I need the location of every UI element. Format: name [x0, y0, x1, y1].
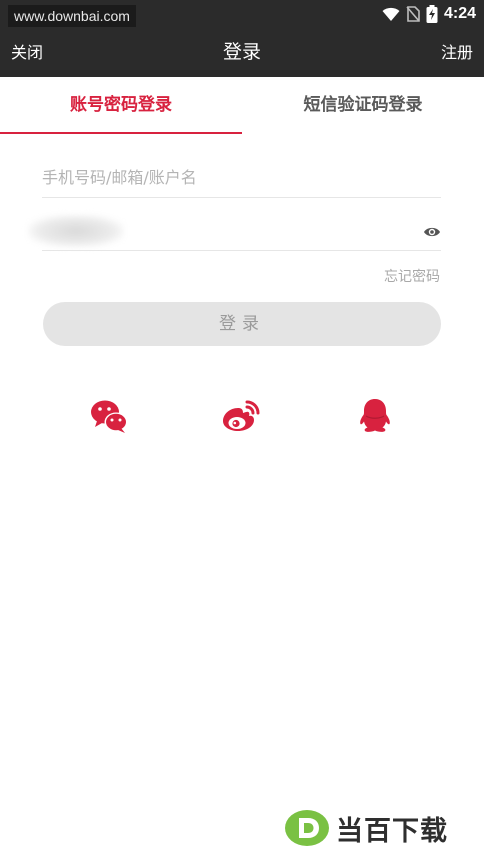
- forgot-password-link[interactable]: 忘记密码: [384, 266, 440, 286]
- downbai-watermark: 当百下载: [284, 808, 448, 848]
- register-button[interactable]: 注册: [441, 28, 473, 77]
- account-input[interactable]: [42, 158, 441, 196]
- battery-charging-icon: [426, 5, 438, 23]
- tab-sms-code[interactable]: 短信验证码登录: [242, 77, 484, 134]
- weibo-icon[interactable]: [221, 396, 261, 436]
- login-screen: www.downbai.com 4:24 关闭 登录 注册 账号密码登录 短信验…: [0, 0, 484, 860]
- status-icons: 4:24: [382, 4, 476, 24]
- clock: 4:24: [443, 5, 476, 22]
- login-tabs: 账号密码登录 短信验证码登录: [0, 77, 484, 134]
- close-button[interactable]: 关闭: [11, 28, 43, 77]
- active-tab-indicator: [0, 132, 242, 134]
- page-title: 登录: [222, 41, 261, 63]
- password-blur: [28, 215, 124, 247]
- eye-icon[interactable]: [423, 225, 441, 239]
- url-watermark: www.downbai.com: [8, 5, 136, 27]
- downbai-logo-icon: [285, 810, 329, 846]
- watermark-text: 当百下载: [336, 815, 448, 847]
- wechat-icon[interactable]: [89, 396, 129, 436]
- qq-icon[interactable]: [355, 396, 395, 436]
- no-sim-icon: [406, 6, 420, 22]
- tab-account-password[interactable]: 账号密码登录: [0, 77, 242, 134]
- password-field: [28, 211, 441, 251]
- wifi-icon: [382, 7, 400, 21]
- login-button[interactable]: 登录: [43, 302, 441, 346]
- status-bar: www.downbai.com 4:24: [0, 0, 484, 28]
- account-field: [42, 158, 441, 198]
- title-bar: 关闭 登录 注册: [0, 28, 484, 77]
